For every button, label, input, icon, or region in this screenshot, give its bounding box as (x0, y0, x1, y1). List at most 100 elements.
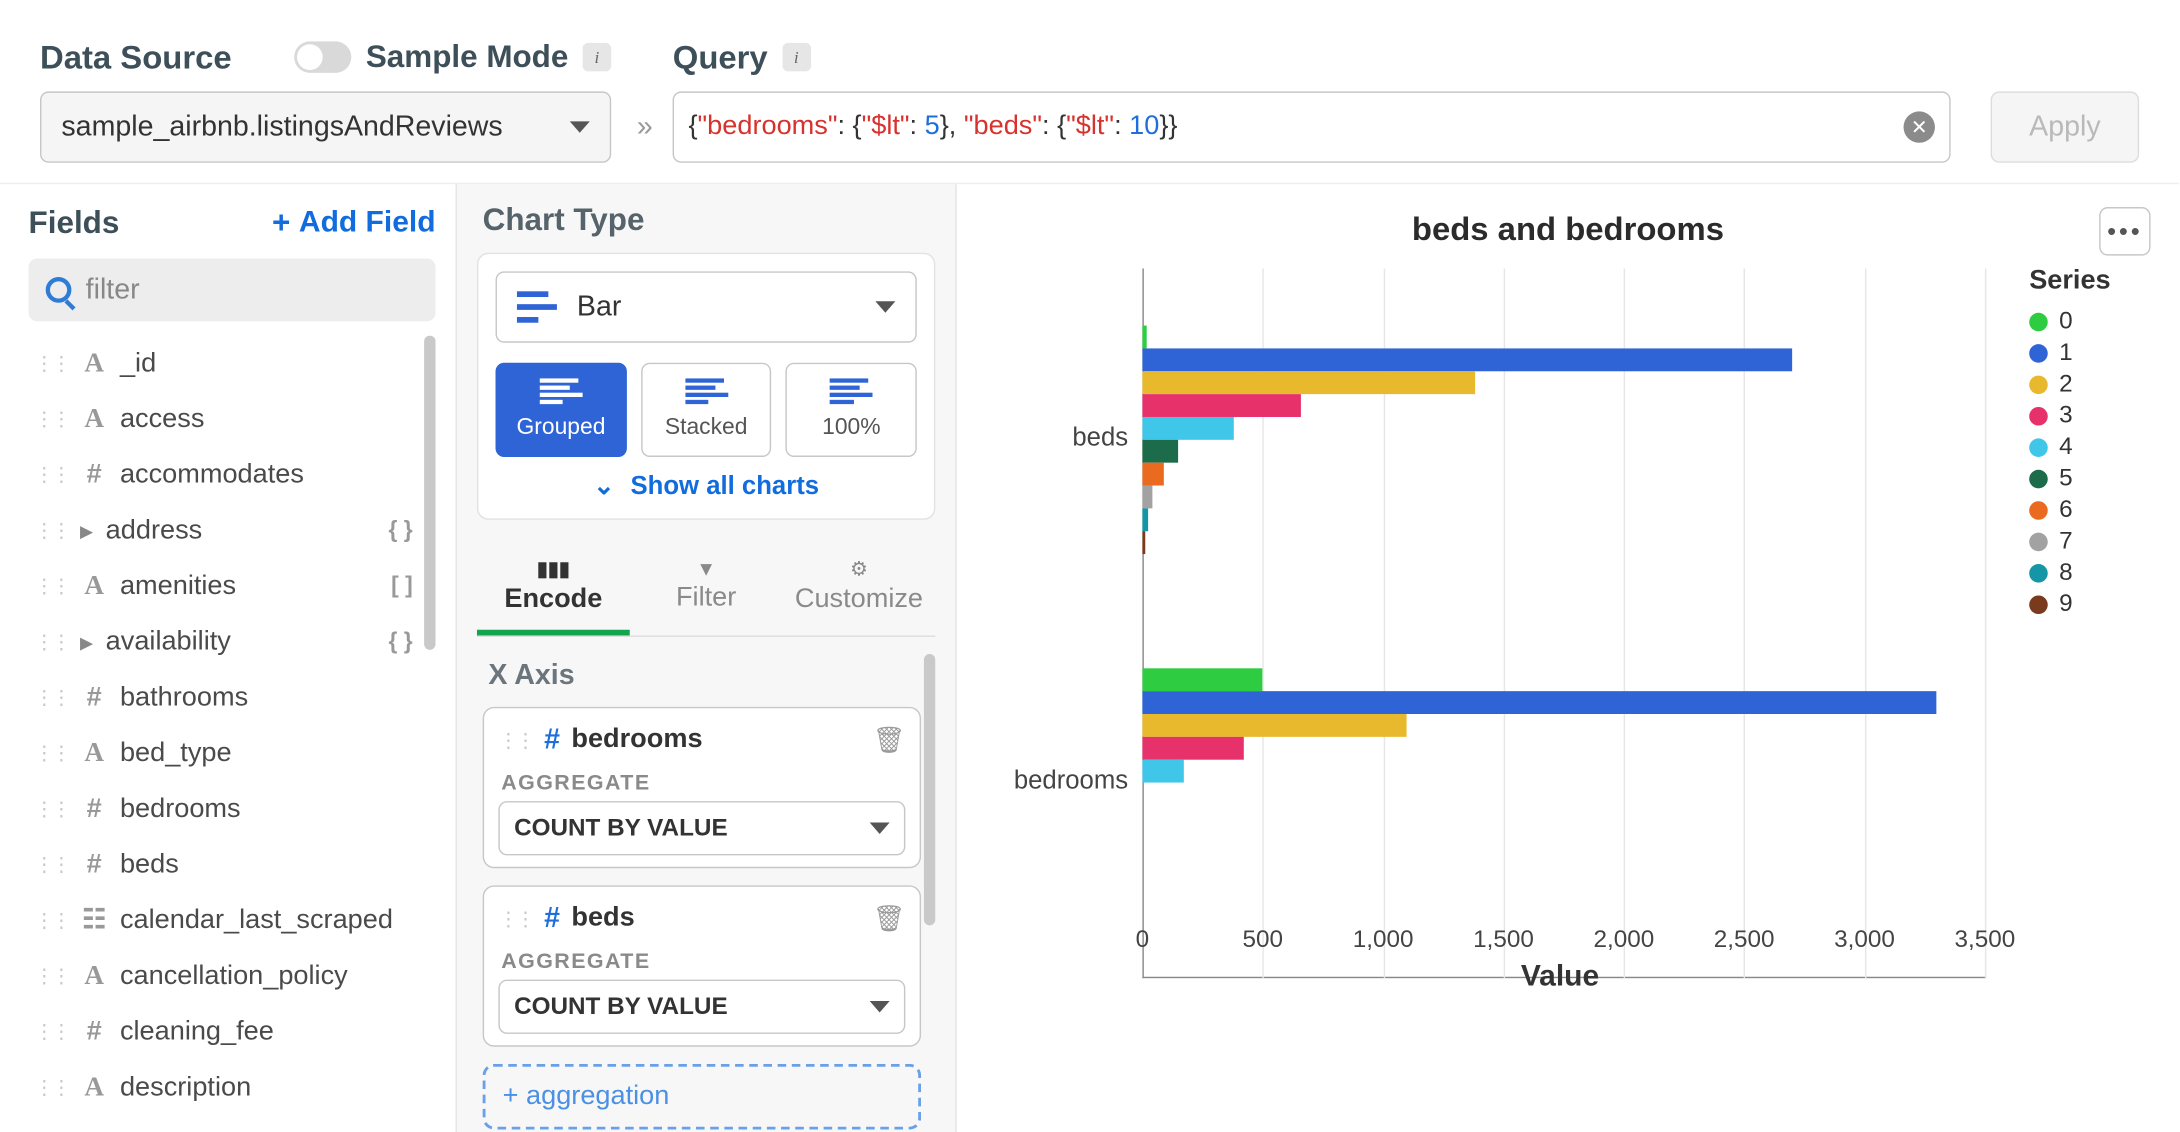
x-tick-label: 3,500 (1942, 925, 2028, 954)
encoding-pill[interactable]: ⋮⋮#beds🗑AGGREGATECOUNT BY VALUE (483, 885, 921, 1046)
chart-type-label: Chart Type (477, 201, 935, 238)
subtype-100pct[interactable]: 100% (786, 363, 917, 457)
legend-item[interactable]: 7 (2029, 526, 2150, 557)
field-type-icon: # (80, 682, 109, 713)
subtype-stacked[interactable]: Stacked (641, 363, 772, 457)
legend-swatch-icon (2029, 406, 2048, 425)
tab-encode[interactable]: ▮▮▮Encode (477, 545, 630, 635)
field-item[interactable]: ⋮⋮Adescription (29, 1060, 436, 1116)
data-source-value: sample_airbnb.listingsAndReviews (61, 111, 502, 144)
pill-field-name: beds (571, 902, 634, 933)
field-item[interactable]: ⋮⋮Aaccess (29, 391, 436, 447)
info-icon[interactable]: i (583, 43, 612, 72)
drag-handle-icon[interactable]: ⋮⋮ (34, 407, 68, 431)
field-item[interactable]: ⋮⋮▶address{ } (29, 503, 436, 559)
legend-item[interactable]: 4 (2029, 431, 2150, 462)
field-name: cleaning_fee (120, 1016, 274, 1047)
bar (1142, 737, 1243, 760)
drag-handle-icon[interactable]: ⋮⋮ (498, 906, 532, 930)
x-tick-label: 1,500 (1461, 925, 1547, 954)
fields-filter-input[interactable]: filter (29, 258, 436, 321)
drag-handle-icon[interactable]: ⋮⋮ (34, 685, 68, 709)
field-name: cancellation_policy (120, 960, 348, 991)
add-field-button[interactable]: + Add Field (272, 204, 436, 241)
aggregate-value: COUNT BY VALUE (514, 992, 728, 1021)
chart-type-select[interactable]: Bar (496, 271, 917, 342)
drag-handle-icon[interactable]: ⋮⋮ (34, 741, 68, 765)
bar (1142, 326, 1147, 349)
legend-item[interactable]: 1 (2029, 337, 2150, 368)
clear-icon[interactable]: ✕ (1904, 111, 1935, 142)
encoding-pill[interactable]: ⋮⋮#bedrooms🗑AGGREGATECOUNT BY VALUE (483, 707, 921, 868)
legend-item[interactable]: 2 (2029, 368, 2150, 399)
field-item[interactable]: ⋮⋮Aamenities[ ] (29, 558, 436, 614)
aggregate-select[interactable]: COUNT BY VALUE (498, 980, 905, 1034)
field-item[interactable]: ⋮⋮☷calendar_last_scraped (29, 893, 436, 949)
legend-label: 4 (2059, 433, 2073, 462)
drag-handle-icon[interactable]: ⋮⋮ (34, 797, 68, 821)
drag-handle-icon[interactable]: ⋮⋮ (34, 574, 68, 598)
chevron-down-icon (870, 823, 890, 834)
field-item[interactable]: ⋮⋮#beds (29, 837, 436, 893)
bar-icon (830, 378, 873, 407)
drag-handle-icon[interactable]: ⋮⋮ (34, 630, 68, 654)
legend-item[interactable]: 5 (2029, 463, 2150, 494)
field-name: bathrooms (120, 682, 248, 713)
legend-item[interactable]: 6 (2029, 494, 2150, 525)
info-icon[interactable]: i (782, 43, 811, 72)
numeric-type-icon: # (544, 723, 560, 756)
legend-swatch-icon (2029, 438, 2048, 457)
trash-icon[interactable]: 🗑 (873, 725, 906, 755)
legend-swatch-icon (2029, 312, 2048, 331)
bar (1142, 486, 1152, 509)
drag-handle-icon[interactable]: ⋮⋮ (34, 853, 68, 877)
scrollbar[interactable] (424, 336, 435, 650)
field-item[interactable]: ⋮⋮A_id (29, 336, 436, 392)
tab-filter[interactable]: ▼Filter (630, 545, 783, 635)
trash-icon[interactable]: 🗑 (873, 903, 906, 933)
drag-handle-icon[interactable]: ⋮⋮ (34, 1020, 68, 1044)
drag-handle-icon[interactable]: ⋮⋮ (34, 1075, 68, 1099)
field-item[interactable]: ⋮⋮ # bathrooms (29, 670, 436, 726)
show-all-charts-button[interactable]: ⌄ Show all charts (496, 471, 917, 501)
tab-customize[interactable]: ⚙Customize (783, 545, 936, 635)
legend-item[interactable]: 3 (2029, 400, 2150, 431)
field-item[interactable]: ⋮⋮▶availability{ } (29, 614, 436, 670)
bar (1142, 348, 1792, 371)
field-item[interactable]: ⋮⋮#cleaning_fee (29, 1004, 436, 1060)
query-input[interactable]: {"bedrooms": {"$lt": 5}, "beds": {"$lt":… (673, 91, 1951, 162)
data-source-label: Data Source (40, 38, 232, 77)
query-text: {"bedrooms": {"$lt": 5}, "beds": {"$lt":… (688, 111, 1903, 142)
drag-handle-icon[interactable]: ⋮⋮ (34, 518, 68, 542)
chevron-right-icon[interactable]: ▶ (80, 632, 94, 652)
drag-handle-icon[interactable]: ⋮⋮ (34, 351, 68, 375)
chart-more-button[interactable]: ••• (2099, 207, 2150, 256)
legend-swatch-icon (2029, 375, 2048, 394)
scrollbar[interactable] (924, 654, 935, 925)
add-aggregation-button[interactable]: + aggregation (483, 1064, 921, 1130)
legend-label: 2 (2059, 370, 2073, 399)
tab-icon: ▼ (630, 557, 783, 580)
drag-handle-icon[interactable]: ⋮⋮ (34, 463, 68, 487)
legend-swatch-icon (2029, 563, 2048, 582)
query-label: Query (673, 38, 768, 77)
apply-button[interactable]: Apply (1991, 91, 2140, 162)
drag-handle-icon[interactable]: ⋮⋮ (34, 964, 68, 988)
field-item[interactable]: ⋮⋮Abed_type (29, 725, 436, 781)
field-item[interactable]: ⋮⋮#accommodates (29, 447, 436, 503)
legend-item[interactable]: 9 (2029, 588, 2150, 619)
data-source-select[interactable]: sample_airbnb.listingsAndReviews (40, 91, 611, 162)
x-tick-label: 0 (1100, 925, 1186, 954)
drag-handle-icon[interactable]: ⋮⋮ (34, 908, 68, 932)
legend-label: 1 (2059, 338, 2073, 367)
subtype-grouped[interactable]: Grouped (496, 363, 627, 457)
drag-handle-icon[interactable]: ⋮⋮ (498, 728, 532, 752)
chevron-right-icon[interactable]: ▶ (80, 521, 94, 541)
field-type-icon: # (80, 459, 109, 490)
aggregate-select[interactable]: COUNT BY VALUE (498, 801, 905, 855)
legend-item[interactable]: 8 (2029, 557, 2150, 588)
legend-item[interactable]: 0 (2029, 306, 2150, 337)
field-item[interactable]: ⋮⋮#bedrooms (29, 781, 436, 837)
sample-mode-toggle[interactable] (294, 41, 351, 72)
field-item[interactable]: ⋮⋮Acancellation_policy (29, 948, 436, 1004)
